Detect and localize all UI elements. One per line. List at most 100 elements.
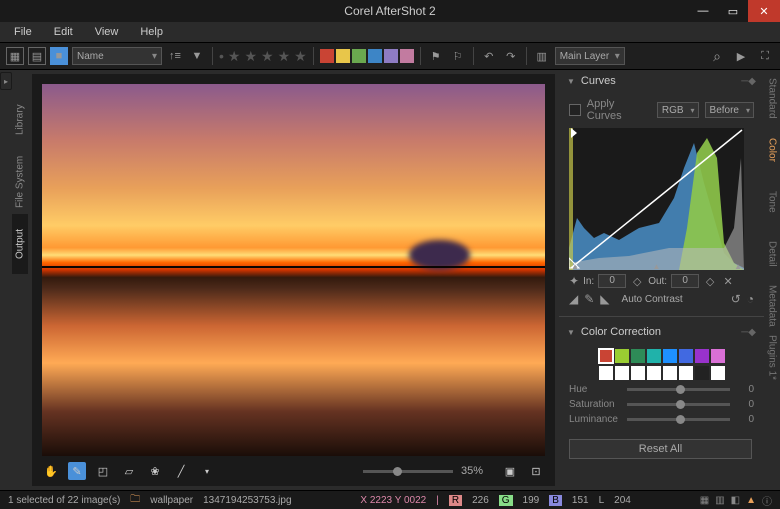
sb-icon-info[interactable]: ⓘ: [762, 493, 772, 508]
cc-swatch[interactable]: [679, 366, 693, 380]
layers-icon[interactable]: ▥: [533, 47, 551, 65]
cc-swatch[interactable]: [663, 349, 677, 363]
cc-swatch[interactable]: [631, 349, 645, 363]
search-icon[interactable]: ⌕: [708, 47, 726, 65]
minimize-button[interactable]: —: [688, 0, 718, 22]
side-tab-filesystem[interactable]: File System: [12, 152, 28, 212]
luminance-slider[interactable]: [627, 418, 730, 421]
histogram[interactable]: ▲▲▲: [569, 128, 744, 270]
image-canvas[interactable]: [42, 84, 545, 456]
cc-swatch[interactable]: [695, 349, 709, 363]
star-4[interactable]: ★: [278, 48, 291, 65]
color-tag[interactable]: [368, 49, 382, 63]
cc-swatch[interactable]: [711, 349, 725, 363]
view-list-icon[interactable]: ▤: [28, 47, 46, 65]
fullscreen-icon[interactable]: ⛶: [756, 47, 774, 65]
undo-icon[interactable]: ↶: [480, 47, 498, 65]
hue-slider[interactable]: [627, 388, 730, 391]
star-1[interactable]: ★: [228, 48, 241, 65]
out-stepper[interactable]: ◇: [703, 274, 717, 288]
cc-swatch[interactable]: [695, 366, 709, 380]
color-tag[interactable]: [336, 49, 350, 63]
sb-icon-1[interactable]: ▦: [700, 495, 709, 506]
pan-tool-icon[interactable]: ✋: [42, 462, 60, 480]
right-tab-color[interactable]: Color: [764, 124, 780, 176]
menu-file[interactable]: File: [4, 24, 42, 40]
pin-icon[interactable]: ─◆: [741, 76, 756, 87]
cc-swatch[interactable]: [599, 349, 613, 363]
zoom-slider[interactable]: [363, 470, 453, 473]
right-tab-standard[interactable]: Standard: [764, 72, 780, 124]
straighten-tool-icon[interactable]: ▱: [120, 462, 138, 480]
cc-swatch[interactable]: [631, 366, 645, 380]
flag-icon[interactable]: ⚑: [427, 47, 445, 65]
curve-point-icon[interactable]: ✦: [569, 274, 579, 288]
eyedropper-tool-icon[interactable]: ✎: [68, 462, 86, 480]
expand-left-handle[interactable]: ▸: [0, 72, 12, 90]
color-tag[interactable]: [400, 49, 414, 63]
sort-asc-icon[interactable]: ↑≡: [166, 47, 184, 65]
star-5[interactable]: ★: [294, 48, 307, 65]
curve-options-icon[interactable]: ◔: [747, 292, 754, 306]
cc-swatch[interactable]: [647, 366, 661, 380]
in-field[interactable]: 0: [598, 274, 626, 288]
brush-tool-icon[interactable]: ╱: [172, 462, 190, 480]
saturation-slider[interactable]: [627, 403, 730, 406]
in-stepper[interactable]: ◇: [630, 274, 644, 288]
view-grid-icon[interactable]: ▦: [6, 47, 24, 65]
sb-icon-2[interactable]: ▥: [715, 495, 724, 506]
layer-dropdown[interactable]: Main Layer: [555, 47, 625, 65]
black-eyedropper-icon[interactable]: ◢: [569, 292, 578, 306]
menu-help[interactable]: Help: [130, 24, 173, 40]
menu-edit[interactable]: Edit: [44, 24, 83, 40]
heal-tool-icon[interactable]: ❀: [146, 462, 164, 480]
cc-swatch[interactable]: [615, 366, 629, 380]
star-dot[interactable]: •: [219, 48, 224, 64]
maximize-button[interactable]: ▭: [718, 0, 748, 22]
auto-contrast-label[interactable]: Auto Contrast: [622, 294, 683, 305]
reset-curve-icon[interactable]: ↺: [731, 292, 741, 306]
zoom-thumb[interactable]: [393, 467, 402, 476]
sb-icon-3[interactable]: ◧: [731, 495, 740, 506]
reset-all-button[interactable]: Reset All: [569, 439, 752, 459]
filter-icon[interactable]: ▼: [188, 47, 206, 65]
actual-size-icon[interactable]: ⊡: [527, 462, 545, 480]
color-tag[interactable]: [384, 49, 398, 63]
cc-swatch[interactable]: [679, 349, 693, 363]
cc-header[interactable]: ▼ Color Correction ─◆: [559, 321, 764, 343]
right-tab-detail[interactable]: Detail: [764, 228, 780, 280]
crop-tool-icon[interactable]: ◰: [94, 462, 112, 480]
more-tools-icon[interactable]: ▾: [198, 462, 216, 480]
right-tab-metadata[interactable]: Metadata: [764, 280, 780, 332]
gray-eyedropper-icon[interactable]: ✎: [584, 292, 594, 306]
warning-icon[interactable]: ▲: [746, 495, 756, 506]
close-button[interactable]: ✕: [748, 0, 780, 22]
color-tag[interactable]: [320, 49, 334, 63]
pin-icon[interactable]: ─◆: [741, 327, 756, 338]
cc-swatch[interactable]: [615, 349, 629, 363]
out-field[interactable]: 0: [671, 274, 699, 288]
view-single-icon[interactable]: ■: [50, 47, 68, 65]
star-2[interactable]: ★: [244, 48, 257, 65]
redo-icon[interactable]: ↷: [502, 47, 520, 65]
cc-swatch[interactable]: [711, 366, 725, 380]
sort-dropdown[interactable]: Name: [72, 47, 162, 65]
side-tab-library[interactable]: Library: [12, 90, 28, 150]
star-3[interactable]: ★: [261, 48, 274, 65]
cc-swatch[interactable]: [663, 366, 677, 380]
right-tab-plugins[interactable]: Plugins 1*: [764, 332, 780, 384]
reject-icon[interactable]: ⚐: [449, 47, 467, 65]
remove-point-icon[interactable]: ✕: [721, 274, 735, 288]
fit-icon[interactable]: ▣: [501, 462, 519, 480]
side-tab-output[interactable]: Output: [12, 214, 28, 274]
right-tab-tone[interactable]: Tone: [764, 176, 780, 228]
curves-header[interactable]: ▼ Curves ─◆: [559, 70, 764, 92]
menu-view[interactable]: View: [85, 24, 129, 40]
cc-swatch[interactable]: [647, 349, 661, 363]
apply-curves-checkbox[interactable]: [569, 104, 581, 116]
cc-swatch[interactable]: [599, 366, 613, 380]
channel-dropdown[interactable]: RGB: [657, 102, 699, 118]
slideshow-icon[interactable]: ▶: [732, 47, 750, 65]
color-tag[interactable]: [352, 49, 366, 63]
before-dropdown[interactable]: Before: [705, 102, 754, 118]
